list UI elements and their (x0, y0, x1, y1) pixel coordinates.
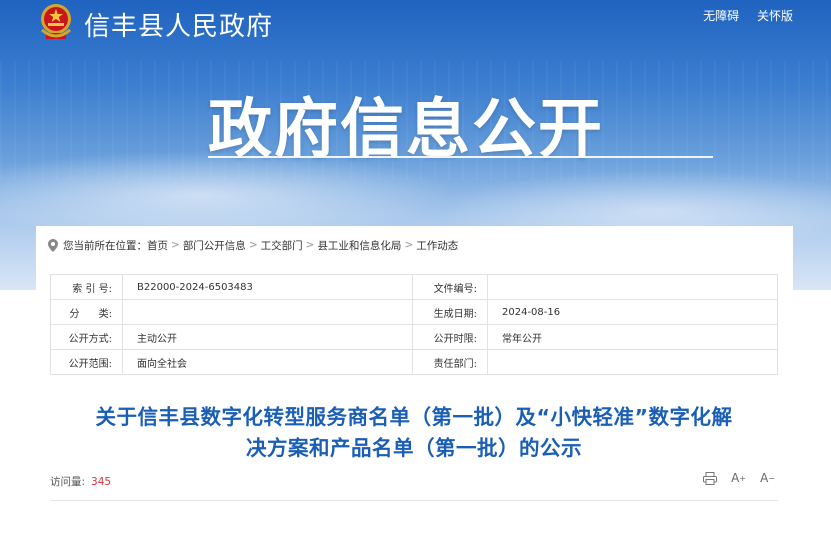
font-decrease-label: A (760, 471, 769, 485)
meta-value: 常年公开 (487, 324, 778, 350)
meta-key: 索 引 号: (50, 274, 123, 300)
article-title-line: 关于信丰县数字化转型服务商名单（第一批）及“小快轻准”数字化解 (95, 405, 733, 429)
meta-value: 2024-08-16 (487, 299, 778, 325)
table-row: 分 类: 生成日期: 2024-08-16 (50, 299, 778, 325)
location-pin-icon (48, 238, 58, 252)
meta-key: 公开方式: (50, 324, 123, 350)
breadcrumb-separator: > (248, 239, 258, 251)
meta-key: 文件编号: (412, 274, 488, 300)
breadcrumb-separator: > (171, 239, 180, 251)
meta-value (487, 349, 778, 375)
breadcrumb-bureau[interactable]: 县工业和信息化局 (317, 238, 401, 253)
care-mode-link[interactable]: 关怀版 (757, 9, 793, 23)
meta-value (122, 299, 413, 325)
meta-key: 公开范围: (50, 349, 123, 375)
breadcrumb: 您当前所在位置： 首页 > 部门公开信息 > 工交部门 > 县工业和信息化局 >… (48, 237, 458, 253)
top-links: 无障碍 关怀版 (689, 7, 793, 24)
breadcrumb-work-news[interactable]: 工作动态 (416, 238, 458, 253)
national-emblem-icon (41, 4, 71, 39)
site-title[interactable]: 信丰县人民政府 (84, 6, 273, 43)
font-increase-button[interactable]: A + (731, 471, 746, 485)
accessibility-link[interactable]: 无障碍 (703, 9, 739, 23)
font-decrease-button[interactable]: A − (760, 471, 775, 485)
meta-value (487, 274, 778, 300)
breadcrumb-dept-info[interactable]: 部门公开信息 (183, 238, 246, 253)
font-increase-label: A (731, 471, 740, 485)
article-tools: A + A − (703, 471, 775, 485)
breadcrumb-separator: > (305, 239, 315, 251)
breadcrumb-prefix: 您当前所在位置： (63, 239, 147, 252)
article-title-line: 决方案和产品名单（第一批）的公示 (246, 436, 582, 460)
article-title: 关于信丰县数字化转型服务商名单（第一批）及“小快轻准”数字化解 决方案和产品名单… (50, 402, 778, 464)
plus-icon: + (739, 473, 747, 483)
breadcrumb-separator: > (404, 239, 414, 251)
printer-icon (703, 471, 718, 485)
meta-key: 生成日期: (412, 299, 488, 325)
meta-value: 主动公开 (122, 324, 413, 350)
meta-key: 责任部门: (412, 349, 488, 375)
views-label: 访问量: (50, 476, 86, 488)
divider (50, 500, 778, 501)
table-row: 索 引 号: B22000-2024-6503483 文件编号: (50, 274, 778, 300)
meta-key: 分 类: (50, 299, 123, 325)
main-content: 您当前所在位置： 首页 > 部门公开信息 > 工交部门 > 县工业和信息化局 >… (36, 226, 793, 542)
meta-value: B22000-2024-6503483 (122, 274, 413, 300)
minus-icon: − (768, 473, 775, 483)
meta-value: 面向全社会 (122, 349, 413, 375)
print-button[interactable] (703, 471, 718, 485)
table-row: 公开范围: 面向全社会 责任部门: (50, 349, 778, 375)
breadcrumb-industry-dept[interactable]: 工交部门 (261, 238, 303, 253)
table-row: 公开方式: 主动公开 公开时限: 常年公开 (50, 324, 778, 350)
metadata-table: 索 引 号: B22000-2024-6503483 文件编号: 分 类: 生成… (50, 274, 778, 375)
breadcrumb-home[interactable]: 首页 (147, 238, 168, 253)
meta-key: 公开时限: (412, 324, 488, 350)
views-number: 345 (91, 476, 112, 488)
banner-underline (208, 156, 713, 158)
view-count: 访问量: 345 (50, 474, 111, 489)
